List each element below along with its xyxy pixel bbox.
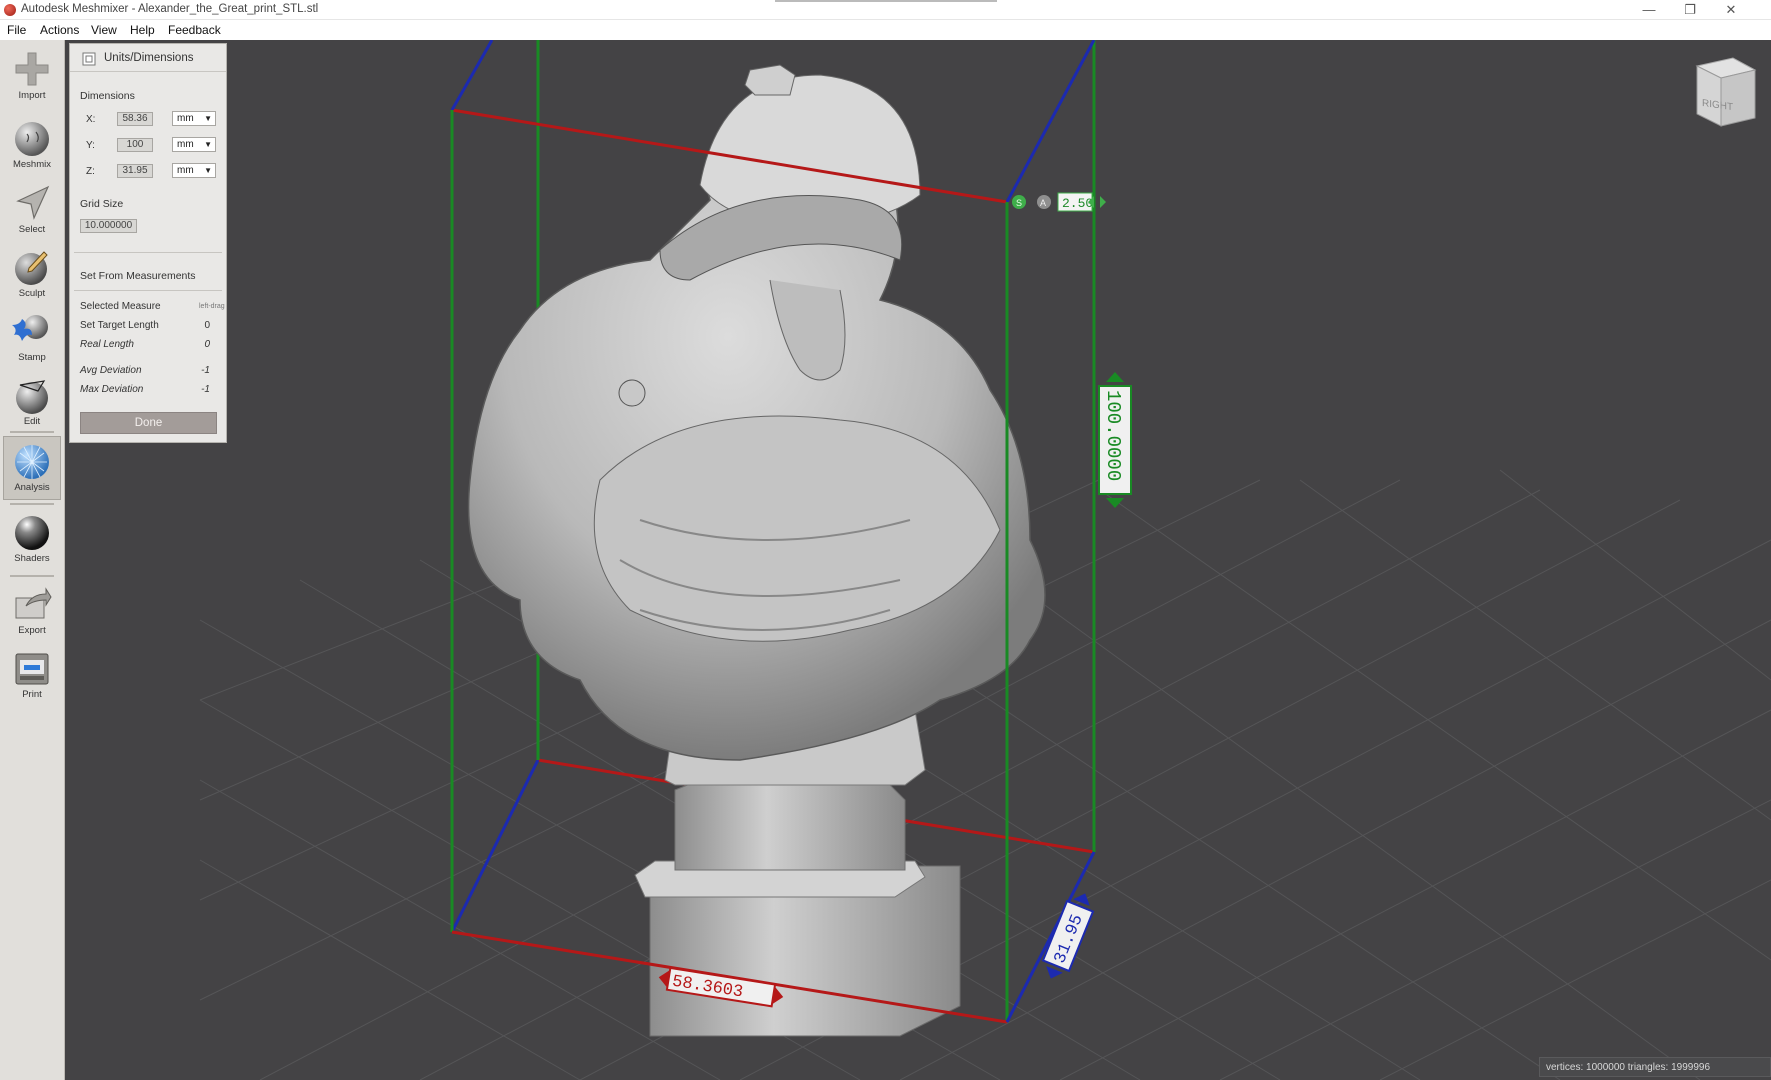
gizmo-a-label: A xyxy=(1040,198,1046,208)
menu-view[interactable]: View xyxy=(91,23,117,37)
chevron-down-icon: ▼ xyxy=(204,140,212,149)
chevron-down-icon: ▼ xyxy=(204,166,212,175)
title-bar: Autodesk Meshmixer - Alexander_the_Great… xyxy=(0,0,1771,20)
max-deviation-label: Max Deviation xyxy=(80,384,144,395)
z-unit-select[interactable]: mm ▼ xyxy=(172,163,216,178)
menu-actions[interactable]: Actions xyxy=(40,23,79,37)
toolbar-divider xyxy=(10,503,54,505)
export-tool[interactable]: Export xyxy=(3,580,61,644)
selected-measure-label: Selected Measure xyxy=(80,301,161,312)
y-measure-value: 100.0000 xyxy=(1102,390,1124,481)
grid-size-field[interactable]: 10.000000 xyxy=(80,219,137,233)
avg-deviation-value: -1 xyxy=(201,365,210,376)
select-arrow-icon xyxy=(16,185,50,220)
scene-canvas[interactable]: S A 2.50 58.3603 100.0000 31.95 xyxy=(65,40,1771,1080)
menu-file[interactable]: File xyxy=(7,23,26,37)
tool-label: Meshmix xyxy=(12,159,51,170)
done-button[interactable]: Done xyxy=(80,412,217,434)
analysis-tool[interactable]: Analysis xyxy=(3,436,61,500)
y-unit-select[interactable]: mm ▼ xyxy=(172,137,216,152)
real-length-value: 0 xyxy=(204,339,210,350)
status-bar: vertices: 1000000 triangles: 1999996 xyxy=(1539,1057,1771,1077)
meshmix-sphere-icon xyxy=(15,122,49,156)
grid-size-heading: Grid Size xyxy=(80,198,124,210)
menu-help[interactable]: Help xyxy=(130,23,155,37)
selected-measure-value: left-drag xyxy=(199,303,225,310)
edit-sphere-icon xyxy=(16,380,48,414)
panel-divider xyxy=(74,290,222,291)
print-tool[interactable]: Print xyxy=(3,644,61,708)
box-edge-z-top-left xyxy=(450,40,494,111)
restore-button[interactable]: ❐ xyxy=(1670,0,1710,20)
view-cube[interactable]: RIGHT xyxy=(1689,56,1759,133)
meshmixer-logo-icon xyxy=(4,4,16,16)
y-unit-value: mm xyxy=(177,139,194,150)
view-cube-icon: RIGHT xyxy=(1695,57,1757,127)
box-edge-z-back xyxy=(450,759,540,933)
box-edge-z-top-right xyxy=(1005,40,1096,203)
plus-icon xyxy=(15,52,49,86)
stamp-tool[interactable]: Stamp xyxy=(3,307,61,371)
alexander-bust-model[interactable] xyxy=(467,64,1046,1037)
sculpt-tool[interactable]: Sculpt xyxy=(3,243,61,307)
z-unit-value: mm xyxy=(177,165,194,176)
tool-label: Analysis xyxy=(14,482,50,493)
analysis-sphere-icon xyxy=(15,445,49,479)
x-dimension-field[interactable]: 58.36 xyxy=(117,112,153,126)
export-icon xyxy=(15,587,52,619)
set-target-length-label: Set Target Length xyxy=(80,320,159,331)
y-dimension-field[interactable]: 100 xyxy=(117,138,153,152)
minimize-button[interactable]: — xyxy=(1629,0,1669,20)
z-measure-label: 31.95 xyxy=(1041,893,1095,979)
panel-header: Units/Dimensions xyxy=(70,44,226,72)
shaders-tool[interactable]: Shaders xyxy=(3,508,61,572)
chevron-down-icon: ▼ xyxy=(204,114,212,123)
tool-label: Print xyxy=(22,689,42,700)
tool-label: Sculpt xyxy=(18,288,46,299)
y-measure-label: 100.0000 xyxy=(1098,372,1132,508)
window-title: Autodesk Meshmixer - Alexander_the_Great… xyxy=(21,3,319,15)
tool-sidebar: Import Meshmix Select Sculpt Stamp Edit … xyxy=(0,40,65,1080)
avg-deviation-label: Avg Deviation xyxy=(80,365,142,376)
gizmo-value: 2.50 xyxy=(1062,196,1093,211)
tool-label: Shaders xyxy=(14,553,50,564)
select-tool[interactable]: Select xyxy=(3,179,61,243)
x-label: X: xyxy=(86,114,96,125)
menu-feedback[interactable]: Feedback xyxy=(168,23,221,37)
tool-label: Import xyxy=(18,90,46,101)
gizmo-s-label: S xyxy=(1016,198,1022,208)
tool-label: Edit xyxy=(23,416,41,427)
z-label: Z: xyxy=(86,166,95,177)
tool-label: Select xyxy=(18,224,46,235)
title-drag-indicator xyxy=(775,0,997,2)
max-deviation-value: -1 xyxy=(201,384,210,395)
meshmix-tool[interactable]: Meshmix xyxy=(3,114,61,178)
3d-viewport[interactable]: S A 2.50 58.3603 100.0000 31.95 xyxy=(65,40,1771,1080)
x-unit-value: mm xyxy=(177,113,194,124)
printer-icon xyxy=(15,653,49,685)
shader-sphere-icon xyxy=(15,516,49,550)
set-from-measurements-heading: Set From Measurements xyxy=(80,270,196,282)
y-label: Y: xyxy=(86,140,95,151)
z-dimension-field[interactable]: 31.95 xyxy=(117,164,153,178)
set-target-length-value[interactable]: 0 xyxy=(186,320,210,331)
x-unit-select[interactable]: mm ▼ xyxy=(172,111,216,126)
menu-bar: File Actions View Help Feedback xyxy=(0,20,1771,40)
panel-collapse-icon[interactable] xyxy=(82,52,96,66)
toolbar-divider xyxy=(10,575,54,577)
tool-label: Stamp xyxy=(18,352,46,363)
sculpt-brush-icon xyxy=(15,251,48,285)
edit-tool[interactable]: Edit xyxy=(3,371,61,435)
real-length-label: Real Length xyxy=(80,339,134,350)
units-dimensions-panel: Units/Dimensions Dimensions X: 58.36 mm ▼… xyxy=(69,43,227,443)
import-tool[interactable]: Import xyxy=(3,45,61,109)
panel-divider xyxy=(74,252,222,253)
stamp-icon xyxy=(12,315,48,341)
toolbar-divider xyxy=(10,431,54,433)
tool-label: Export xyxy=(18,625,46,636)
dimensions-heading: Dimensions xyxy=(80,90,135,102)
panel-title: Units/Dimensions xyxy=(104,52,194,64)
close-button[interactable]: ✕ xyxy=(1711,0,1751,20)
